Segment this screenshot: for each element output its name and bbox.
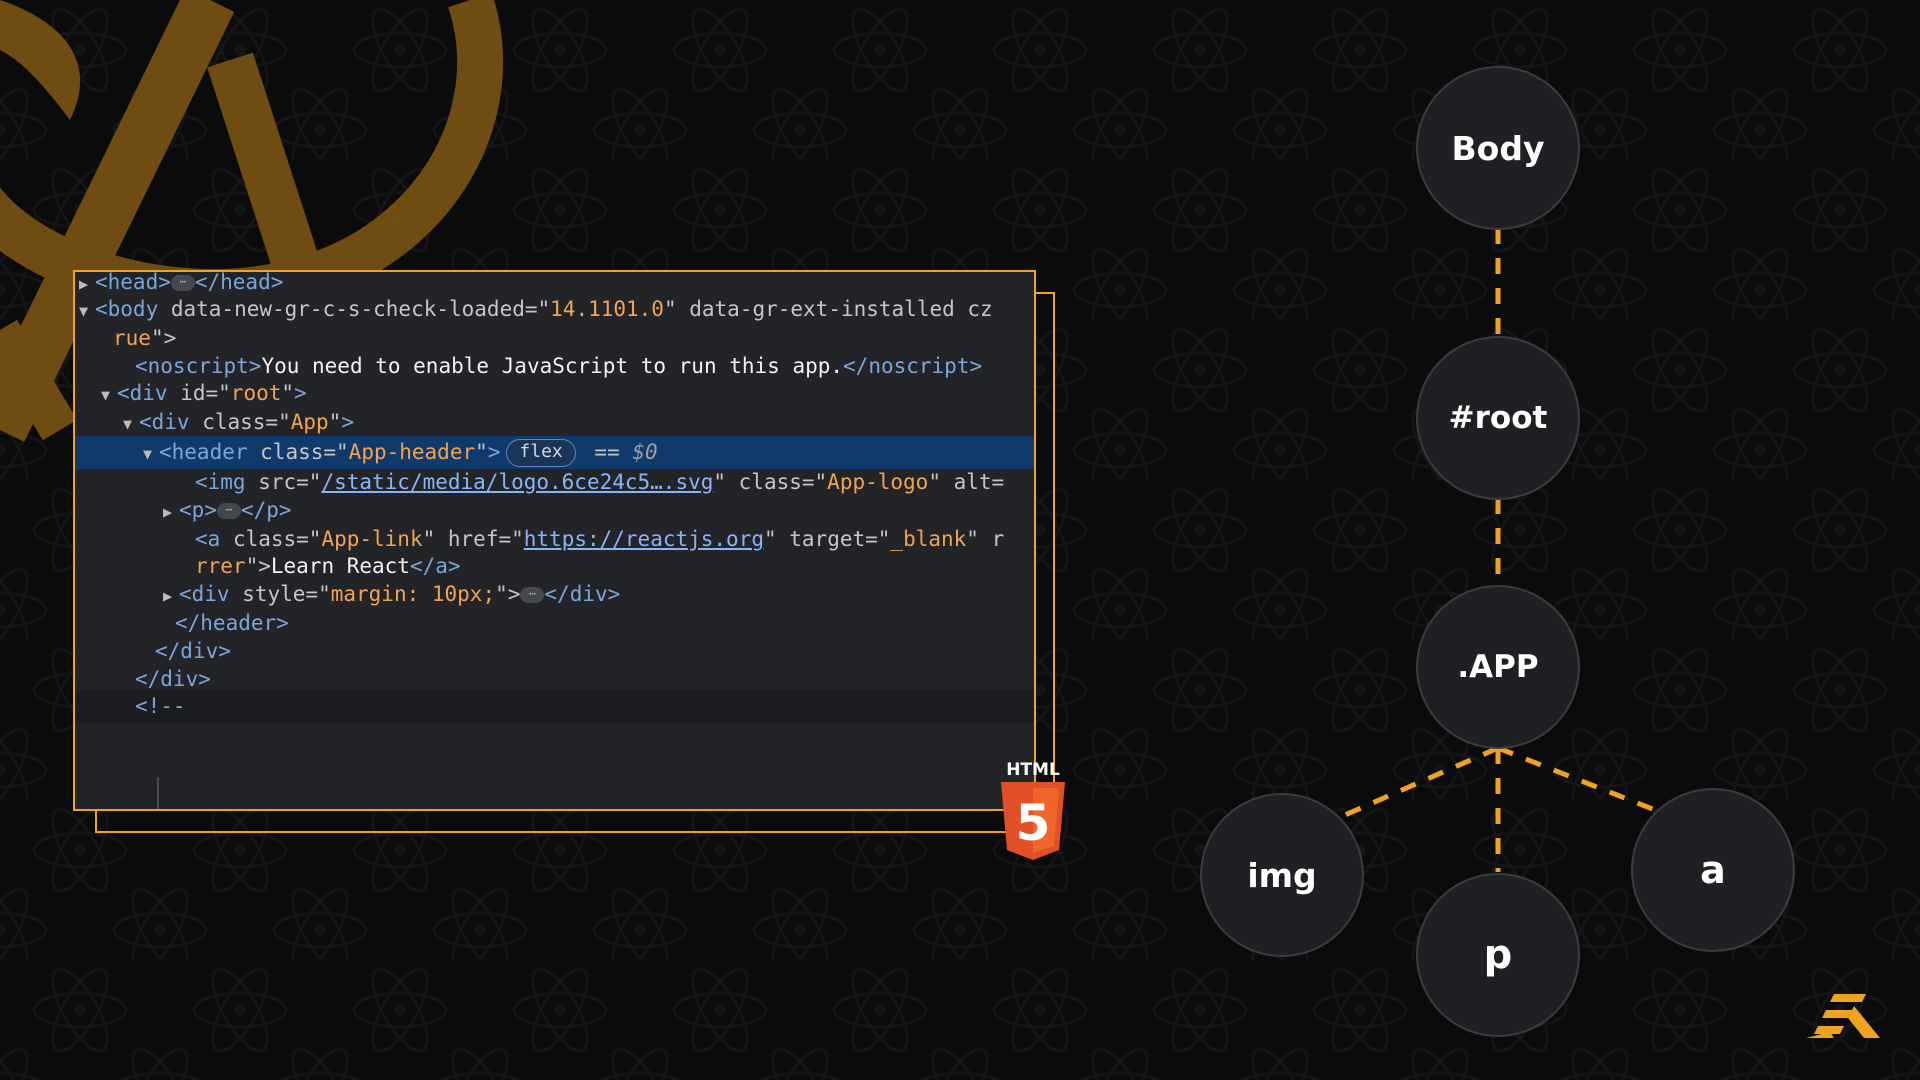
tree-node-a-label: a [1700,848,1726,892]
edge-app-a [1497,745,1656,813]
tree-node-body-label: Body [1451,128,1545,168]
tree-node-root-label: #root [1448,400,1548,436]
tree-node-p-label: p [1483,932,1513,978]
brand-logo-icon [1806,994,1880,1038]
edge-app-img [1343,745,1500,818]
tree-node-img: img [1200,793,1364,957]
tree-node-body: Body [1416,66,1580,230]
dom-tree-edges [1343,228,1656,872]
tree-node-a: a [1631,788,1795,952]
tree-node-root: #root [1416,336,1580,500]
tree-node-img-label: img [1247,855,1317,895]
tree-node-p: p [1416,873,1580,1037]
tree-node-app-label: .APP [1457,649,1539,685]
tree-node-app: .APP [1416,585,1580,749]
